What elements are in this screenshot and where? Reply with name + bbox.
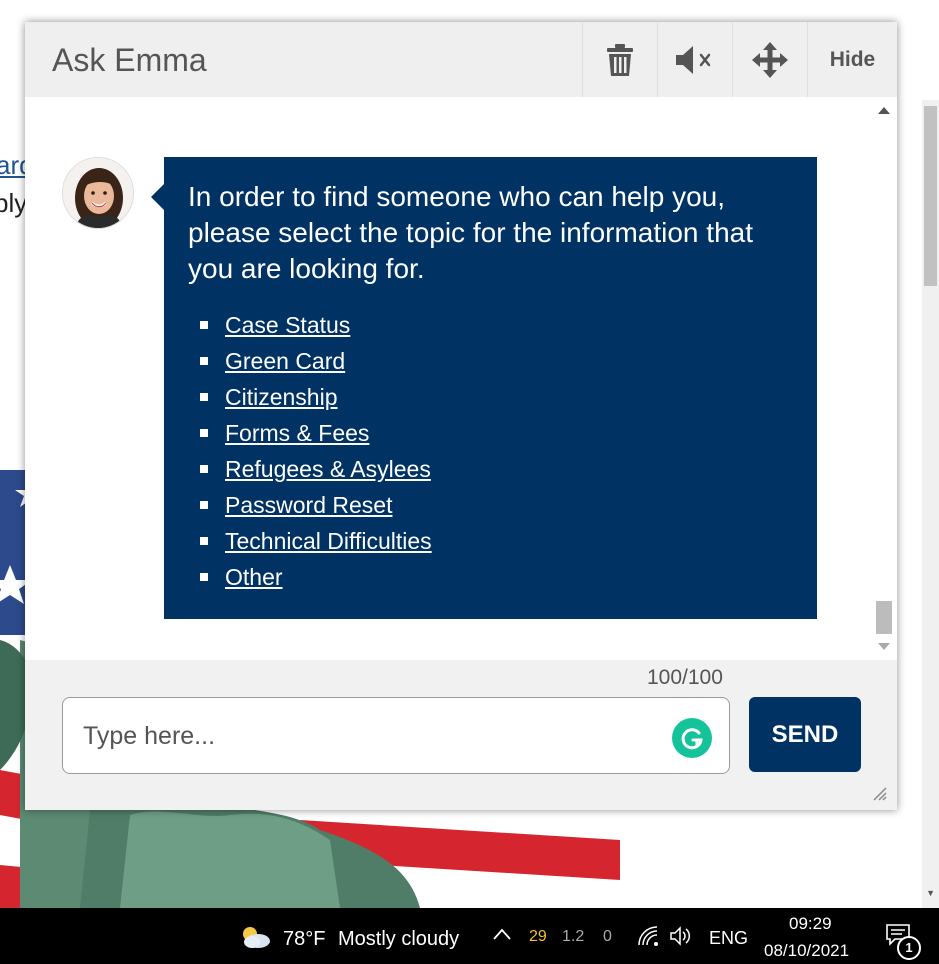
message-input-box[interactable] bbox=[62, 697, 730, 774]
chevron-up-icon[interactable] bbox=[493, 928, 511, 940]
scroll-up-icon[interactable] bbox=[878, 107, 890, 114]
topic-link-technical-difficulties[interactable]: Technical Difficulties bbox=[225, 528, 432, 554]
list-item: Technical Difficulties bbox=[200, 523, 793, 559]
chat-scrollbar[interactable] bbox=[871, 97, 897, 660]
topic-link-refugees-asylees[interactable]: Refugees & Asylees bbox=[225, 456, 431, 482]
chat-header[interactable]: Ask Emma Hide bbox=[25, 22, 897, 97]
list-item: Citizenship bbox=[200, 379, 793, 415]
chat-scrollbar-thumb[interactable] bbox=[876, 601, 892, 634]
hide-label: Hide bbox=[829, 47, 876, 71]
emma-avatar bbox=[62, 157, 134, 229]
list-item: Case Status bbox=[200, 307, 793, 343]
topic-link-citizenship[interactable]: Citizenship bbox=[225, 384, 338, 410]
list-item: Password Reset bbox=[200, 487, 793, 523]
volume-icon[interactable] bbox=[669, 925, 693, 947]
wifi-icon[interactable] bbox=[637, 925, 659, 947]
weather-description[interactable]: Mostly cloudy bbox=[338, 928, 459, 951]
taskbar: 78°F Mostly cloudy 29 1.2 0 ENG 09:29 08… bbox=[0, 908, 939, 964]
send-button[interactable]: SEND bbox=[749, 697, 861, 772]
move-arrows-icon bbox=[752, 41, 788, 78]
speaker-muted-icon bbox=[676, 45, 711, 74]
character-counter: 100/100 bbox=[647, 666, 723, 689]
page-scrollbar-thumb[interactable] bbox=[924, 106, 937, 286]
hide-button[interactable]: Hide bbox=[807, 22, 897, 97]
page-scroll-down-icon[interactable]: ▼ bbox=[926, 888, 935, 898]
clock-time[interactable]: 09:29 bbox=[789, 914, 832, 934]
resize-grip-icon[interactable] bbox=[871, 785, 887, 801]
list-item: Other bbox=[200, 559, 793, 595]
topic-link-other[interactable]: Other bbox=[225, 564, 283, 590]
notification-count-badge: 1 bbox=[897, 936, 921, 960]
topic-link-case-status[interactable]: Case Status bbox=[225, 312, 350, 338]
topic-link-green-card[interactable]: Green Card bbox=[225, 348, 345, 374]
list-item: Refugees & Asylees bbox=[200, 451, 793, 487]
weather-temperature[interactable]: 78°F bbox=[283, 928, 325, 951]
tray-indicator-1[interactable]: 29 bbox=[529, 928, 547, 946]
move-window-button[interactable] bbox=[732, 22, 807, 97]
background-text-fragment: ply bbox=[0, 188, 28, 218]
list-item: Green Card bbox=[200, 343, 793, 379]
bot-message-bubble: In order to find someone who can help yo… bbox=[151, 157, 817, 619]
chat-window: Ask Emma Hide In order to find someone w… bbox=[25, 22, 897, 810]
clear-chat-button[interactable] bbox=[582, 22, 657, 97]
tray-indicator-2[interactable]: 1.2 bbox=[562, 928, 584, 946]
message-input[interactable] bbox=[83, 718, 643, 754]
list-item: Forms & Fees bbox=[200, 415, 793, 451]
chat-title: Ask Emma bbox=[52, 42, 207, 78]
topic-list: Case Status Green Card Citizenship Forms… bbox=[188, 307, 793, 595]
topic-link-forms-fees[interactable]: Forms & Fees bbox=[225, 420, 369, 446]
scroll-down-icon[interactable] bbox=[878, 643, 890, 650]
partly-cloudy-icon[interactable] bbox=[238, 924, 272, 950]
grammarly-icon[interactable] bbox=[672, 718, 712, 758]
clock-date[interactable]: 08/10/2021 bbox=[764, 941, 849, 961]
tray-indicator-3[interactable]: 0 bbox=[603, 928, 612, 946]
chat-messages-area[interactable]: In order to find someone who can help yo… bbox=[25, 97, 897, 660]
trash-icon bbox=[607, 43, 633, 76]
topic-link-password-reset[interactable]: Password Reset bbox=[225, 492, 392, 518]
language-indicator[interactable]: ENG bbox=[709, 928, 748, 949]
mute-sound-button[interactable] bbox=[657, 22, 732, 97]
bot-message-text: In order to find someone who can help yo… bbox=[188, 181, 753, 284]
